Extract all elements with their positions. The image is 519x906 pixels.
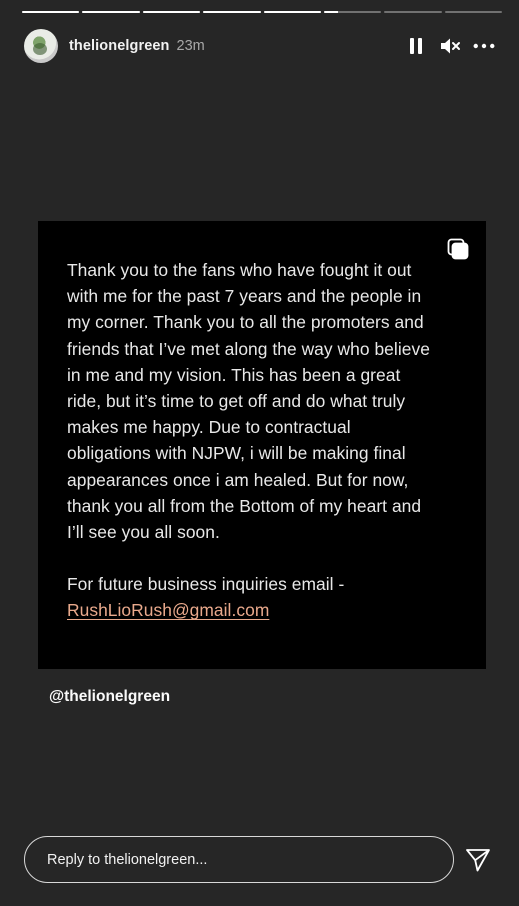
post-line: ride, but it’s time to get off and do wh… xyxy=(67,391,406,412)
progress-fill xyxy=(142,11,201,13)
more-options-icon[interactable] xyxy=(473,35,495,57)
post-line: I’ll see you all soon. xyxy=(67,522,220,543)
progress-fill xyxy=(203,11,261,13)
story-header: thelionelgreen 23m xyxy=(24,28,495,64)
post-line: my corner. Thank you to all the promoter… xyxy=(67,312,424,333)
send-button[interactable] xyxy=(464,846,492,874)
progress-segment xyxy=(444,11,502,13)
shared-post-card[interactable]: Thank you to the fans who have fought it… xyxy=(38,221,486,669)
progress-segment xyxy=(82,11,140,13)
avatar[interactable] xyxy=(24,29,58,63)
progress-segment xyxy=(323,11,382,13)
pause-icon[interactable] xyxy=(405,35,427,57)
progress-segment xyxy=(384,11,442,13)
story-viewer: thelionelgreen 23m Thank you to the fans… xyxy=(0,0,519,906)
story-progress-bar xyxy=(22,11,502,14)
post-line: obligations with NJPW, i will be making … xyxy=(67,443,406,464)
post-line: Thank you to the fans who have fought it… xyxy=(67,260,412,280)
post-line: friends that I’ve met along the way who … xyxy=(67,338,430,359)
post-line: makes me happy. Due to contractual xyxy=(67,417,351,438)
progress-fill xyxy=(82,11,140,13)
post-body: Thank you to the fans who have fought it… xyxy=(67,257,462,545)
progress-segment xyxy=(142,11,201,13)
post-text: Thank you to the fans who have fought it… xyxy=(67,257,462,624)
paper-plane-icon xyxy=(466,849,490,872)
mention-tag[interactable]: @thelionelgreen xyxy=(49,688,170,706)
speaker-muted-icon[interactable] xyxy=(439,35,461,57)
progress-segment xyxy=(263,11,321,13)
post-line: appearances once i am healed. But for no… xyxy=(67,469,409,490)
reply-bar[interactable] xyxy=(24,836,454,883)
progress-segment xyxy=(203,11,261,13)
inquiry-label: For future business inquiries email - xyxy=(67,574,345,595)
email-link[interactable]: RushLioRush@gmail.com xyxy=(67,600,269,620)
post-line: in me and my vision. This has been a gre… xyxy=(67,364,401,385)
progress-fill xyxy=(22,11,80,13)
post-line: with me for the past 7 years and the peo… xyxy=(67,286,422,307)
story-controls xyxy=(405,35,495,57)
username[interactable]: thelionelgreen xyxy=(69,38,170,54)
progress-fill xyxy=(263,11,321,13)
timestamp: 23m xyxy=(176,38,205,54)
progress-segment xyxy=(22,11,80,13)
inquiry-block: For future business inquiries email - Ru… xyxy=(67,571,462,623)
progress-fill xyxy=(323,11,339,13)
reply-input[interactable] xyxy=(47,851,427,868)
post-line: thank you all from the Bottom of my hear… xyxy=(67,495,422,516)
